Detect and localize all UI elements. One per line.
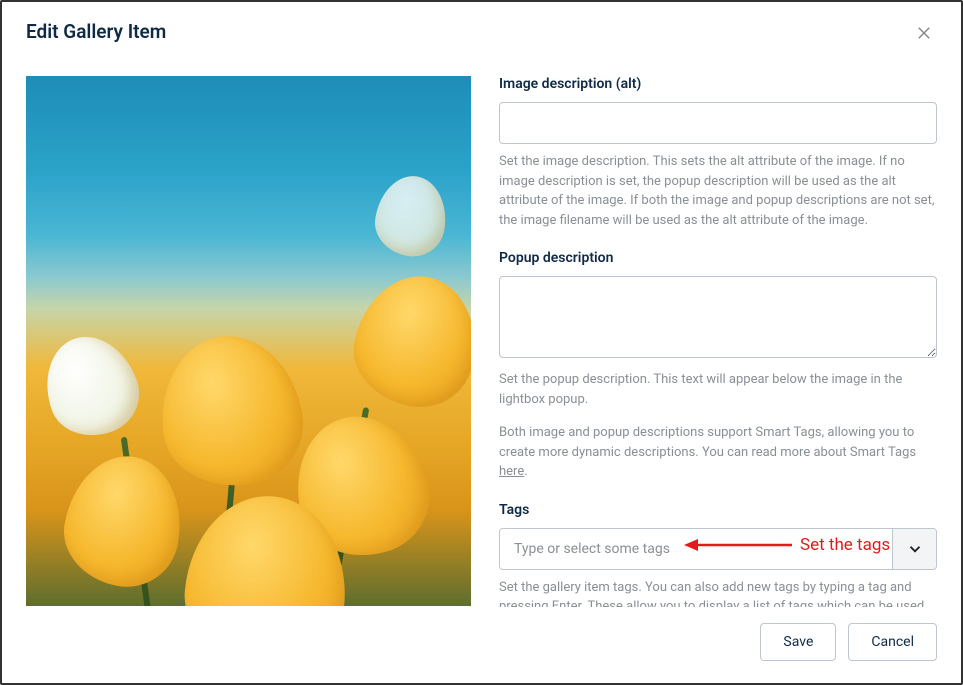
popup-help-text: Set the popup description. This text wil… [499, 370, 937, 409]
alt-label: Image description (alt) [499, 76, 937, 92]
chevron-down-icon [906, 540, 924, 558]
alt-input[interactable] [499, 102, 937, 144]
tags-label: Tags [499, 502, 937, 518]
tags-dropdown-toggle[interactable] [892, 529, 936, 569]
smart-tags-link[interactable]: here [499, 464, 524, 479]
tags-combobox [499, 528, 937, 570]
close-button[interactable] [911, 20, 937, 50]
gallery-image-preview [26, 76, 471, 606]
edit-gallery-item-modal: Edit Gallery Item Image description (alt… [0, 0, 963, 685]
smart-tags-note-after: . [524, 464, 527, 479]
close-icon [915, 24, 933, 42]
tags-help-text: Set the gallery item tags. You can also … [499, 578, 937, 608]
image-preview-column [26, 76, 471, 607]
tags-input[interactable] [500, 529, 892, 569]
smart-tags-note-before: Both image and popup descriptions suppor… [499, 425, 916, 460]
alt-field-block: Image description (alt) Set the image de… [499, 76, 937, 230]
smart-tags-note: Both image and popup descriptions suppor… [499, 423, 937, 482]
form-column: Image description (alt) Set the image de… [499, 76, 937, 607]
tags-field-block: Tags Set the tags Set [499, 502, 937, 608]
save-button[interactable]: Save [760, 623, 836, 661]
popup-label: Popup description [499, 250, 937, 266]
modal-footer: Save Cancel [2, 607, 961, 683]
alt-help-text: Set the image description. This sets the… [499, 152, 937, 230]
modal-title: Edit Gallery Item [26, 20, 166, 43]
modal-body: Image description (alt) Set the image de… [2, 58, 961, 607]
modal-header: Edit Gallery Item [2, 2, 961, 58]
cancel-button[interactable]: Cancel [848, 623, 937, 661]
popup-description-input[interactable] [499, 276, 937, 358]
popup-field-block: Popup description Set the popup descript… [499, 250, 937, 482]
